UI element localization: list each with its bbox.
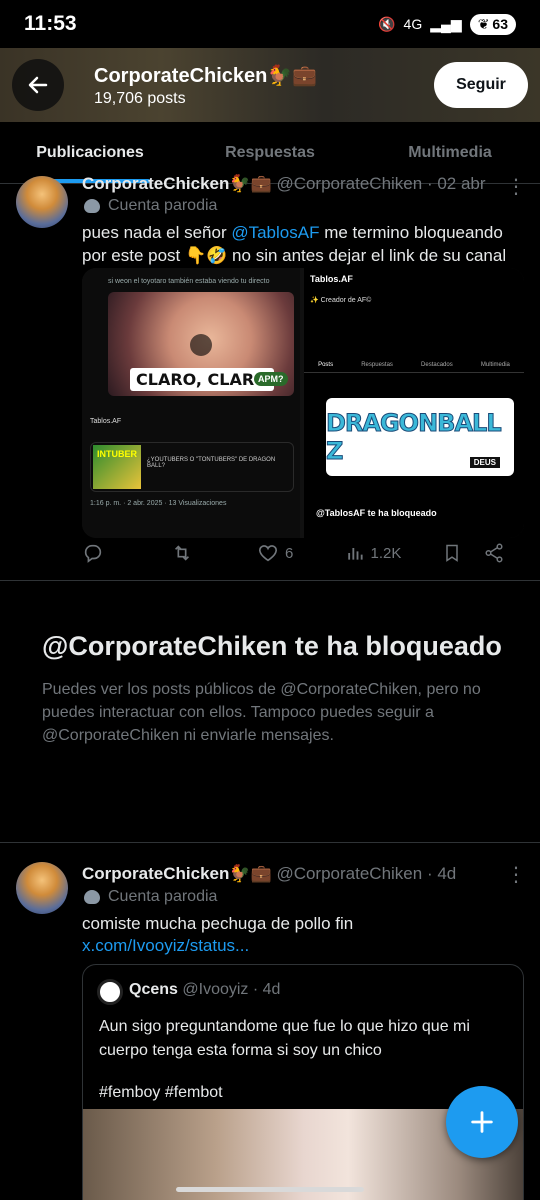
reply-icon bbox=[84, 544, 102, 563]
apm-badge: APM? bbox=[254, 372, 288, 386]
display-name[interactable]: CorporateChicken🐓💼 bbox=[82, 864, 272, 883]
media-right-image[interactable]: Tablos.AF ✨ Creador de AF© Posts Respues… bbox=[304, 268, 524, 538]
views-button[interactable]: 1.2K bbox=[345, 543, 442, 563]
back-button[interactable] bbox=[12, 59, 64, 111]
tweet-card[interactable]: CorporateChicken🐓💼 @CorporateChiken · 02… bbox=[0, 170, 540, 580]
blocked-notice: @CorporateChiken te ha bloqueado Puedes … bbox=[42, 628, 502, 747]
mini-profile: Tablos.AF bbox=[90, 418, 122, 425]
mini-card-label: INTUBER bbox=[97, 449, 137, 459]
battery-level: 63 bbox=[492, 16, 508, 32]
mention-link[interactable]: @TablosAF bbox=[231, 223, 319, 242]
video-caption: CLARO, CLARO bbox=[130, 368, 274, 391]
retweet-icon bbox=[174, 545, 189, 561]
quote-text: Aun sigo preguntandome que fue lo que hi… bbox=[99, 1015, 509, 1105]
quote-text-body: Aun sigo preguntandome que fue lo que hi… bbox=[99, 1018, 470, 1059]
mini-profile-name: Tablos.AF bbox=[310, 274, 353, 284]
arrow-left-icon bbox=[28, 76, 48, 94]
logo-sub: DEUS bbox=[469, 457, 500, 468]
quote-header: Qcens @Ivooyiz · 4d bbox=[129, 981, 280, 999]
tweet-text-line2: por este post 👇🤣 no sin antes dejar el l… bbox=[82, 246, 507, 265]
share-icon bbox=[485, 543, 503, 563]
dragonball-logo: DRAGONBALL Z DEUS bbox=[326, 398, 514, 476]
network-label: 4G bbox=[403, 16, 423, 32]
follow-button[interactable]: Seguir bbox=[434, 62, 528, 108]
mask-icon bbox=[84, 199, 100, 213]
parody-label: Cuenta parodia bbox=[108, 888, 218, 905]
mini-timestamp: 1:16 p. m. · 2 abr. 2025 · 13 Visualizac… bbox=[90, 500, 227, 507]
blocked-mini-text: @TablosAF te ha bloqueado bbox=[316, 508, 437, 518]
tweet-actions: 6 1.2K bbox=[82, 538, 512, 568]
status-time: 11:53 bbox=[24, 12, 77, 35]
tweet-text-prefix: pues nada el señor bbox=[82, 223, 232, 242]
divider bbox=[0, 842, 540, 843]
quote-hashtags[interactable]: #femboy #fembot bbox=[99, 1081, 509, 1105]
bookmark-button[interactable] bbox=[442, 542, 477, 564]
mini-tab: Multimedia bbox=[480, 362, 510, 368]
views-icon bbox=[347, 548, 363, 560]
status-bar: 11:53 🔇 4G ▂▄▆ ❦ 63 bbox=[0, 0, 540, 48]
blocked-description: Puedes ver los posts públicos de @Corpor… bbox=[42, 681, 481, 744]
signal-icon: ▂▄▆ bbox=[430, 15, 462, 32]
mini-tab: Destacados bbox=[421, 362, 453, 368]
media-grid[interactable]: si weon el toyotaro también estaba viend… bbox=[82, 268, 524, 538]
plus-icon bbox=[471, 1111, 493, 1133]
blocked-title: @CorporateChiken te ha bloqueado bbox=[42, 631, 502, 661]
parody-badge: Cuenta parodia bbox=[84, 197, 217, 215]
status-icons: 🔇 4G ▂▄▆ ❦ 63 bbox=[378, 13, 516, 35]
compose-button[interactable] bbox=[446, 1086, 518, 1158]
quoted-tweet[interactable]: Qcens @Ivooyiz · 4d Aun sigo preguntando… bbox=[82, 964, 524, 1200]
header-text: CorporateChicken🐓💼 19,706 posts bbox=[94, 63, 317, 108]
like-count: 6 bbox=[285, 544, 294, 562]
tweet-header: CorporateChicken🐓💼 @CorporateChiken · 02… bbox=[82, 174, 486, 194]
heart-icon bbox=[259, 545, 278, 562]
display-name[interactable]: CorporateChicken🐓💼 bbox=[82, 174, 272, 193]
tweet-header: CorporateChicken🐓💼 @CorporateChiken · 4d bbox=[82, 864, 456, 884]
tweet-text-line1: pues nada el señor @TablosAF me termino … bbox=[82, 223, 503, 243]
handle[interactable]: @CorporateChiken bbox=[276, 864, 422, 883]
media-left-image[interactable]: si weon el toyotaro también estaba viend… bbox=[82, 268, 300, 538]
more-options-icon[interactable]: ⋮ bbox=[506, 862, 526, 887]
mini-profile-bio: ✨ Creador de AF© bbox=[310, 297, 372, 304]
mute-icon: 🔇 bbox=[378, 15, 396, 32]
divider bbox=[0, 580, 540, 581]
mini-profile-tabs: Posts Respuestas Destacados Multimedia bbox=[304, 362, 524, 373]
post-count: 19,706 posts bbox=[94, 89, 186, 107]
tweet-link[interactable]: x.com/Ivooyiz/status... bbox=[82, 936, 249, 956]
mini-card-title: ¿YOUTUBERS O "TONTUBERS" DE DRAGON BALL? bbox=[147, 457, 276, 469]
share-button[interactable] bbox=[483, 542, 512, 564]
tweet-text-suffix: me termino bloqueando bbox=[319, 223, 503, 242]
quote-avatar[interactable] bbox=[97, 979, 123, 1005]
mini-link-card: INTUBER ¿YOUTUBERS O "TONTUBERS" DE DRAG… bbox=[90, 442, 294, 492]
retweet-button[interactable] bbox=[170, 542, 258, 564]
quote-time: · 4d bbox=[252, 981, 281, 998]
profile-header: CorporateChicken🐓💼 19,706 posts Seguir bbox=[0, 48, 540, 122]
mini-card-thumb: INTUBER bbox=[93, 445, 141, 489]
quote-handle[interactable]: @Ivooyiz bbox=[182, 981, 248, 998]
play-icon bbox=[190, 334, 212, 356]
timestamp: · 4d bbox=[426, 864, 457, 883]
tweet-text: comiste mucha pechuga de pollo fin bbox=[82, 914, 354, 933]
parody-badge: Cuenta parodia bbox=[84, 888, 217, 906]
leaf-icon: ❦ bbox=[477, 15, 490, 32]
home-indicator[interactable] bbox=[176, 1187, 364, 1192]
timestamp: · 02 abr bbox=[426, 174, 486, 193]
media-left-header: si weon el toyotaro también estaba viend… bbox=[108, 278, 270, 285]
avatar[interactable] bbox=[16, 176, 68, 228]
quote-name[interactable]: Qcens bbox=[129, 981, 178, 998]
battery-indicator: ❦ 63 bbox=[469, 13, 516, 35]
reply-button[interactable] bbox=[82, 542, 170, 564]
avatar[interactable] bbox=[16, 862, 68, 914]
profile-name: CorporateChicken🐓💼 bbox=[94, 64, 318, 87]
like-button[interactable]: 6 bbox=[257, 542, 345, 564]
handle[interactable]: @CorporateChiken bbox=[276, 174, 422, 193]
bookmark-icon bbox=[446, 544, 458, 562]
mini-tab: Respuestas bbox=[361, 362, 393, 368]
parody-label: Cuenta parodia bbox=[108, 197, 218, 214]
mini-tab: Posts bbox=[318, 362, 334, 368]
more-options-icon[interactable]: ⋮ bbox=[506, 174, 526, 199]
view-count: 1.2K bbox=[370, 544, 402, 562]
mask-icon bbox=[84, 890, 100, 904]
